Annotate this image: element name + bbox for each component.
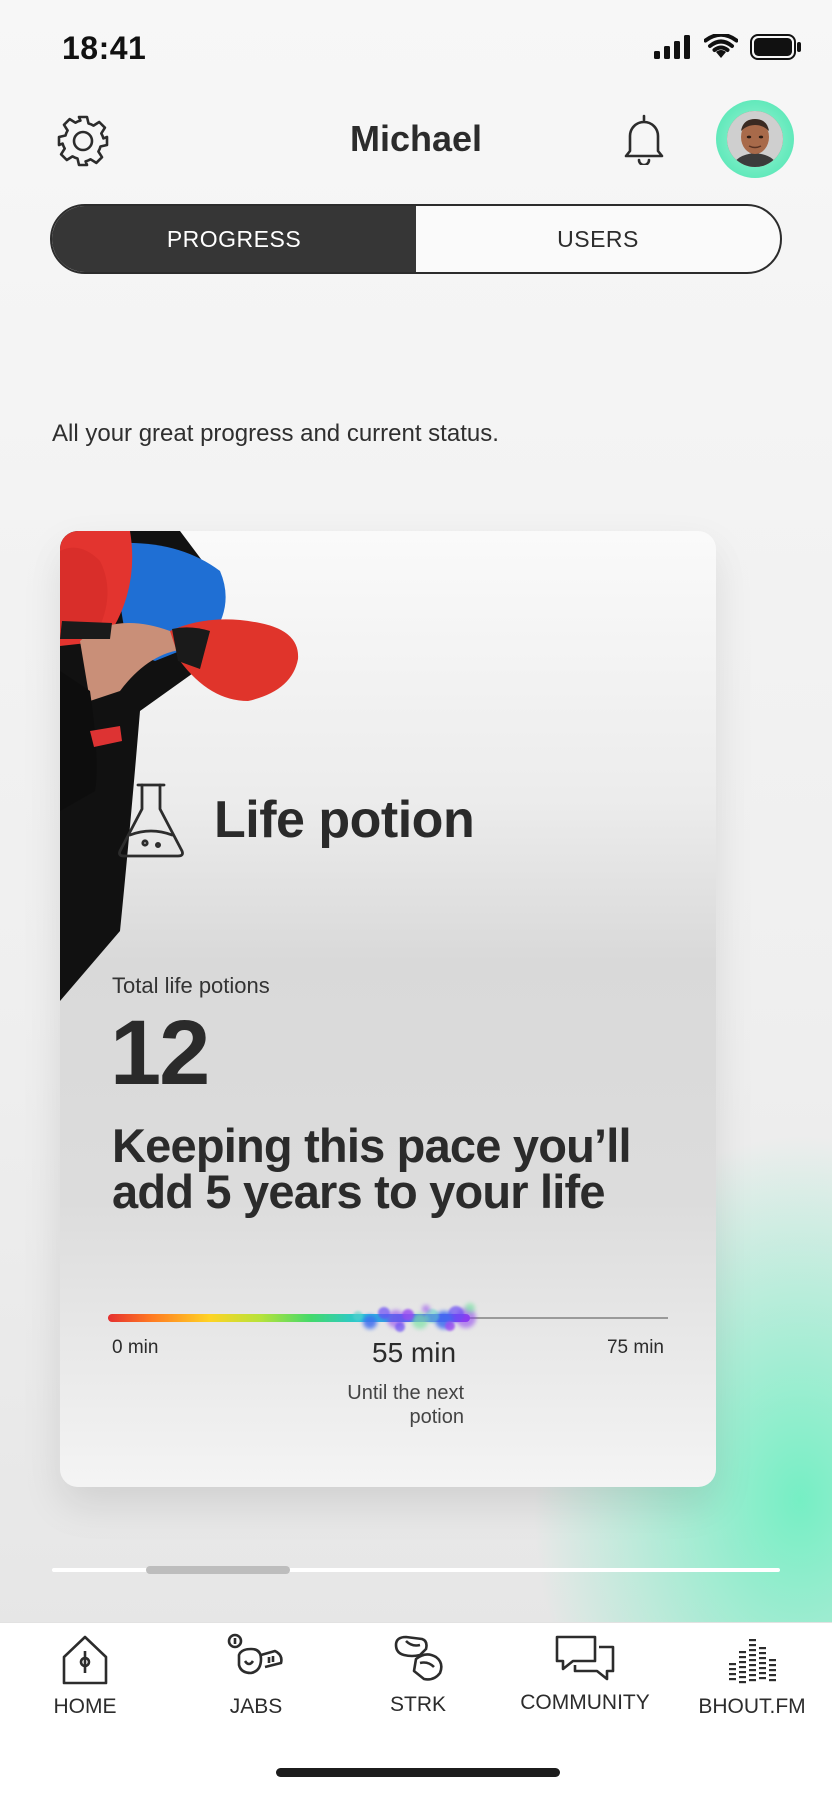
segmented-control: PROGRESS USERS xyxy=(50,204,782,274)
tab-bhout-fm[interactable]: BHOUT.FM xyxy=(672,1633,832,1719)
equalizer-icon xyxy=(729,1639,776,1684)
status-time: 18:41 xyxy=(62,30,147,66)
tab-community[interactable]: COMMUNITY xyxy=(505,1633,665,1715)
progress-sparkle xyxy=(412,1313,428,1329)
tab-home[interactable]: HOME xyxy=(5,1633,165,1719)
progress-sparkle xyxy=(395,1322,405,1332)
jabs-icon xyxy=(227,1633,283,1675)
profile-avatar-button[interactable] xyxy=(716,100,794,178)
home-icon xyxy=(62,1635,108,1685)
signal-icon xyxy=(654,35,690,59)
progress-sparkle xyxy=(363,1315,377,1329)
card-title: Life potion xyxy=(214,791,475,849)
strike-glove-icon xyxy=(394,1635,443,1681)
flask-icon xyxy=(118,783,184,858)
tab-community-label: COMMUNITY xyxy=(520,1691,650,1714)
progress-min-label: 0 min xyxy=(112,1337,159,1358)
progress-sparkle xyxy=(445,1321,455,1331)
tab-jabs[interactable]: JABS xyxy=(176,1633,336,1719)
progress-sparkle xyxy=(353,1311,363,1321)
tab-strk[interactable]: STRK xyxy=(338,1633,498,1717)
card-heading: Life potion xyxy=(116,781,475,859)
pager-thumb[interactable] xyxy=(146,1566,290,1574)
status-bar: 18:41 xyxy=(0,0,832,100)
status-icons xyxy=(654,34,802,60)
progress-sparkle xyxy=(422,1305,430,1313)
page-title: Michael xyxy=(349,118,483,159)
battery-icon xyxy=(750,34,801,60)
progress-sparkle xyxy=(465,1303,475,1313)
tab-jabs-label: JABS xyxy=(229,1695,283,1718)
chat-bubbles-icon xyxy=(555,1635,615,1681)
bell-icon xyxy=(624,114,664,165)
tab-progress[interactable]: PROGRESS xyxy=(52,206,416,272)
progress-caption: Until the next potion xyxy=(347,1382,464,1428)
progress-current-label: 55 min xyxy=(372,1337,457,1368)
life-potion-card[interactable]: Life potion Total life potions 12 Keepin… xyxy=(60,531,716,1487)
tab-bhout-fm-label: BHOUT.FM xyxy=(698,1695,806,1718)
progress-sparkle xyxy=(378,1307,390,1319)
top-header: Michael xyxy=(0,100,832,180)
tab-users[interactable]: USERS xyxy=(416,206,780,272)
pace-message: Keeping this pace you’ll add 5 years to … xyxy=(112,1119,632,1218)
tab-strk-label: STRK xyxy=(389,1693,446,1716)
tab-home-label: HOME xyxy=(53,1695,117,1718)
wifi-icon xyxy=(704,34,738,58)
total-potions-value: 12 xyxy=(110,1002,210,1104)
notifications-button[interactable] xyxy=(614,108,674,170)
total-potions-label: Total life potions xyxy=(112,973,270,998)
progress-max-label: 75 min xyxy=(606,1337,664,1358)
home-indicator xyxy=(276,1768,560,1777)
page-subtitle: All your great progress and current stat… xyxy=(52,420,499,447)
avatar xyxy=(727,111,783,167)
